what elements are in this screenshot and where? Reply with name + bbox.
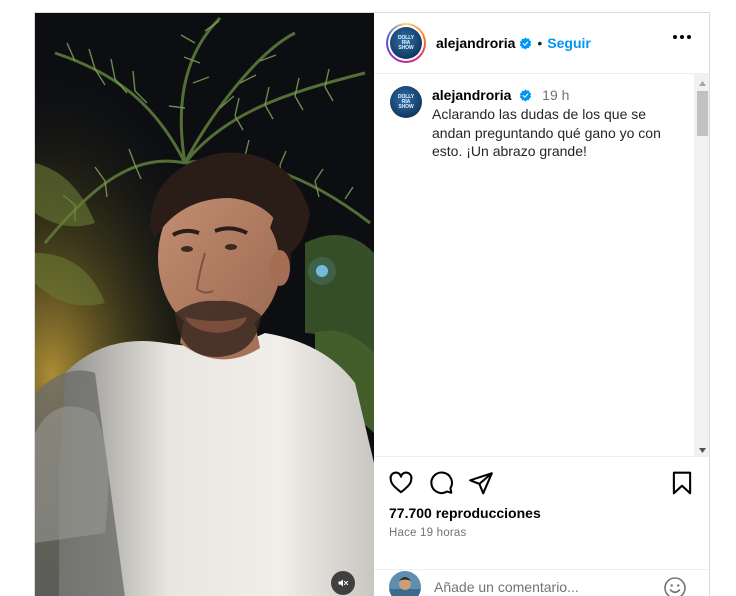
author-avatar[interactable]: DOLLY RIA SHOW <box>386 23 426 63</box>
mute-toggle-button[interactable] <box>331 571 355 595</box>
verified-badge-icon <box>520 89 532 102</box>
post-modal: DOLLY RIA SHOW alejandroria • Seguir DOL… <box>34 12 710 596</box>
post-header: DOLLY RIA SHOW alejandroria • Seguir <box>374 13 709 74</box>
caption-username[interactable]: alejandroria <box>432 87 511 103</box>
comment-bubble-icon[interactable] <box>428 470 454 496</box>
add-comment-bar <box>374 569 709 596</box>
scroll-up-arrow-icon[interactable] <box>694 78 709 88</box>
current-user-avatar <box>389 570 421 596</box>
bookmark-icon[interactable] <box>669 470 695 496</box>
reel-video[interactable] <box>35 13 374 596</box>
caption-timestamp[interactable]: 19 h <box>542 87 569 103</box>
caption-author-avatar[interactable]: DOLLY RIA SHOW <box>390 86 422 118</box>
emoji-smiley-icon[interactable] <box>663 576 687 596</box>
follow-button[interactable]: Seguir <box>547 35 591 51</box>
post-side-panel: DOLLY RIA SHOW alejandroria • Seguir DOL… <box>374 13 709 596</box>
speaker-muted-icon <box>338 579 349 587</box>
more-options-icon[interactable] <box>673 35 691 39</box>
comments-area[interactable]: DOLLY RIA SHOW alejandroria 19 h Aclaran… <box>374 74 709 456</box>
avatar-logo: DOLLY RIA SHOW <box>390 27 422 59</box>
scrollbar-thumb[interactable] <box>697 91 708 136</box>
paper-plane-icon[interactable] <box>468 470 494 496</box>
post-caption: DOLLY RIA SHOW alejandroria 19 h Aclaran… <box>374 74 709 161</box>
comments-scrollbar[interactable] <box>694 74 709 456</box>
comment-input[interactable] <box>434 578 654 595</box>
verified-badge-icon <box>520 36 532 50</box>
heart-icon[interactable] <box>388 470 414 496</box>
author-username[interactable]: alejandroria <box>436 35 515 51</box>
scroll-down-arrow-icon[interactable] <box>694 444 709 456</box>
separator-dot: • <box>537 35 543 51</box>
action-icons-row <box>388 470 695 496</box>
view-count[interactable]: 77.700 reproducciones <box>389 505 541 521</box>
video-frame-illustration <box>35 13 374 596</box>
post-time-ago[interactable]: Hace 19 horas <box>389 527 466 539</box>
caption-text: Aclarando las dudas de los que se andan … <box>432 106 661 159</box>
post-actions: 77.700 reproducciones Hace 19 horas <box>374 456 709 596</box>
